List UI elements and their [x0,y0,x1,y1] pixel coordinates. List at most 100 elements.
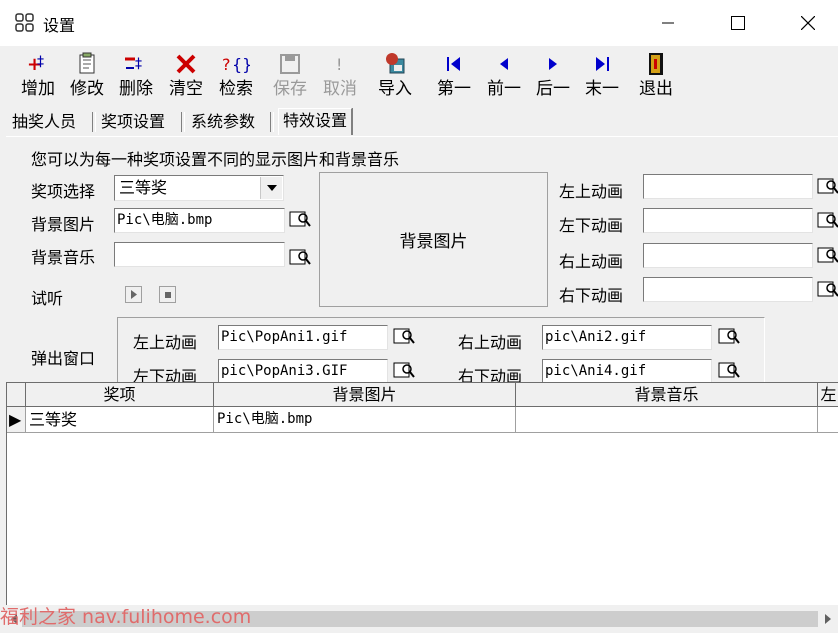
svg-text:{}: {} [232,55,250,74]
browse-folder-icon[interactable] [289,247,311,267]
browse-folder-icon[interactable] [289,209,311,229]
clear-icon [162,50,210,78]
window-title: 设置 [43,16,76,35]
anim-bottom-left-label: 左下动画 [559,216,624,235]
anim-bottom-right-field[interactable] [643,277,813,302]
search-icon: ?{} [212,50,260,78]
delete-button[interactable]: ‡ 删除 [112,50,160,102]
prev-button[interactable]: 前一 [480,50,528,102]
cancel-icon: ! [316,50,364,78]
browse-folder-icon[interactable] [817,279,838,299]
minimize-button[interactable] [645,0,691,46]
grid-corner [7,383,26,407]
svg-text:‡: ‡ [135,56,142,72]
bg-image-preview-button[interactable]: 背景图片 [319,172,548,307]
bg-image-preview-label: 背景图片 [399,232,468,252]
prev-icon [480,50,528,78]
clear-button[interactable]: 清空 [162,50,210,102]
play-button[interactable] [125,286,142,303]
add-icon: + ‡ [14,50,62,78]
close-button[interactable] [785,0,831,46]
import-button[interactable]: 导入 [371,50,419,102]
column-header-bg-image[interactable]: 背景图片 [214,383,516,407]
prize-effects-grid[interactable]: 奖项 背景图片 背景音乐 左 ▶ 三等奖 Pic\电脑.bmp [6,382,838,605]
browse-folder-icon[interactable] [718,326,740,346]
popup-bottom-right-field[interactable]: pic\Ani4.gif [542,359,712,384]
save-icon [266,50,314,78]
last-icon [578,50,626,78]
prize-select[interactable]: 三等奖 [114,175,284,201]
listen-label: 试听 [31,289,64,308]
anim-top-right-label: 右上动画 [559,252,624,271]
column-header-bg-music[interactable]: 背景音乐 [516,383,818,407]
anim-bottom-right-label: 右下动画 [559,286,624,305]
table-cell-prize[interactable]: 三等奖 [26,407,214,433]
popup-top-right-field[interactable]: pic\Ani2.gif [542,325,712,350]
anim-bottom-left-field[interactable] [643,208,813,233]
popup-bottom-left-field[interactable]: pic\PopAni3.GIF [218,359,388,384]
title-bar [0,0,838,46]
column-header-prize[interactable]: 奖项 [26,383,214,407]
tab-divider [92,112,96,132]
table-cell-bg-music[interactable] [516,407,818,433]
tab-system-params[interactable]: 系统参数 [191,110,255,134]
search-button[interactable]: ?{} 检索 [212,50,260,102]
browse-folder-icon[interactable] [393,326,415,346]
tab-effects-settings[interactable]: 特效设置 [278,108,353,135]
first-icon [430,50,478,78]
svg-text:‡: ‡ [37,54,44,70]
browse-folder-icon[interactable] [817,210,838,230]
tab-staff[interactable]: 抽奖人员 [12,110,76,134]
browse-folder-icon[interactable] [817,245,838,265]
popup-top-left-field[interactable]: Pic\PopAni1.gif [218,325,388,350]
add-button[interactable]: + ‡ 增加 [14,50,62,102]
exit-button[interactable]: 退出 [632,50,680,102]
stop-button[interactable] [159,286,176,303]
maximize-button[interactable] [715,0,761,46]
anim-top-left-field[interactable] [643,174,813,199]
tab-prize-settings[interactable]: 奖项设置 [101,110,165,134]
table-cell-bg-image[interactable]: Pic\电脑.bmp [214,407,516,433]
anim-top-right-field[interactable] [643,243,813,268]
prize-select-value: 三等奖 [119,178,168,197]
tab-divider [181,112,185,132]
browse-folder-icon[interactable] [817,176,838,196]
anim-top-left-label: 左上动画 [559,182,624,201]
svg-text:!: ! [336,55,342,74]
cancel-button[interactable]: ! 取消 [316,50,364,102]
browse-folder-icon[interactable] [718,360,740,380]
table-cell-anim[interactable] [818,407,838,433]
bg-image-field[interactable]: Pic\电脑.bmp [114,208,285,233]
watermark-text: 福利之家 nav.fulihome.com [0,606,252,628]
bg-image-label: 背景图片 [31,215,96,234]
stop-icon [164,291,171,298]
svg-text:?: ? [222,55,231,74]
exit-icon [632,50,680,78]
last-button[interactable]: 末一 [578,50,626,102]
close-icon [801,16,815,30]
delete-icon: ‡ [112,50,160,78]
tab-divider [270,112,274,132]
import-icon [371,50,419,78]
save-button[interactable]: 保存 [266,50,314,102]
popup-window-label: 弹出窗口 [31,349,96,368]
prize-select-label: 奖项选择 [31,182,96,201]
chevron-down-icon[interactable] [260,177,282,199]
popup-top-right-label: 右上动画 [458,333,523,352]
browse-folder-icon[interactable] [393,360,415,380]
tab-panel-edge [6,136,838,137]
next-icon [529,50,577,78]
play-icon [130,290,137,299]
bg-music-label: 背景音乐 [31,248,96,267]
bg-music-field[interactable] [114,242,285,267]
column-header-anim[interactable]: 左 [818,383,838,407]
popup-top-left-label: 左上动画 [133,333,198,352]
edit-button[interactable]: 修改 [63,50,111,102]
first-button[interactable]: 第一 [430,50,478,102]
row-indicator: ▶ [7,407,26,433]
maximize-icon [731,16,745,30]
minimize-icon [662,22,674,24]
next-button[interactable]: 后一 [529,50,577,102]
app-icon [15,13,34,32]
scroll-right-arrow-icon[interactable] [820,605,836,633]
